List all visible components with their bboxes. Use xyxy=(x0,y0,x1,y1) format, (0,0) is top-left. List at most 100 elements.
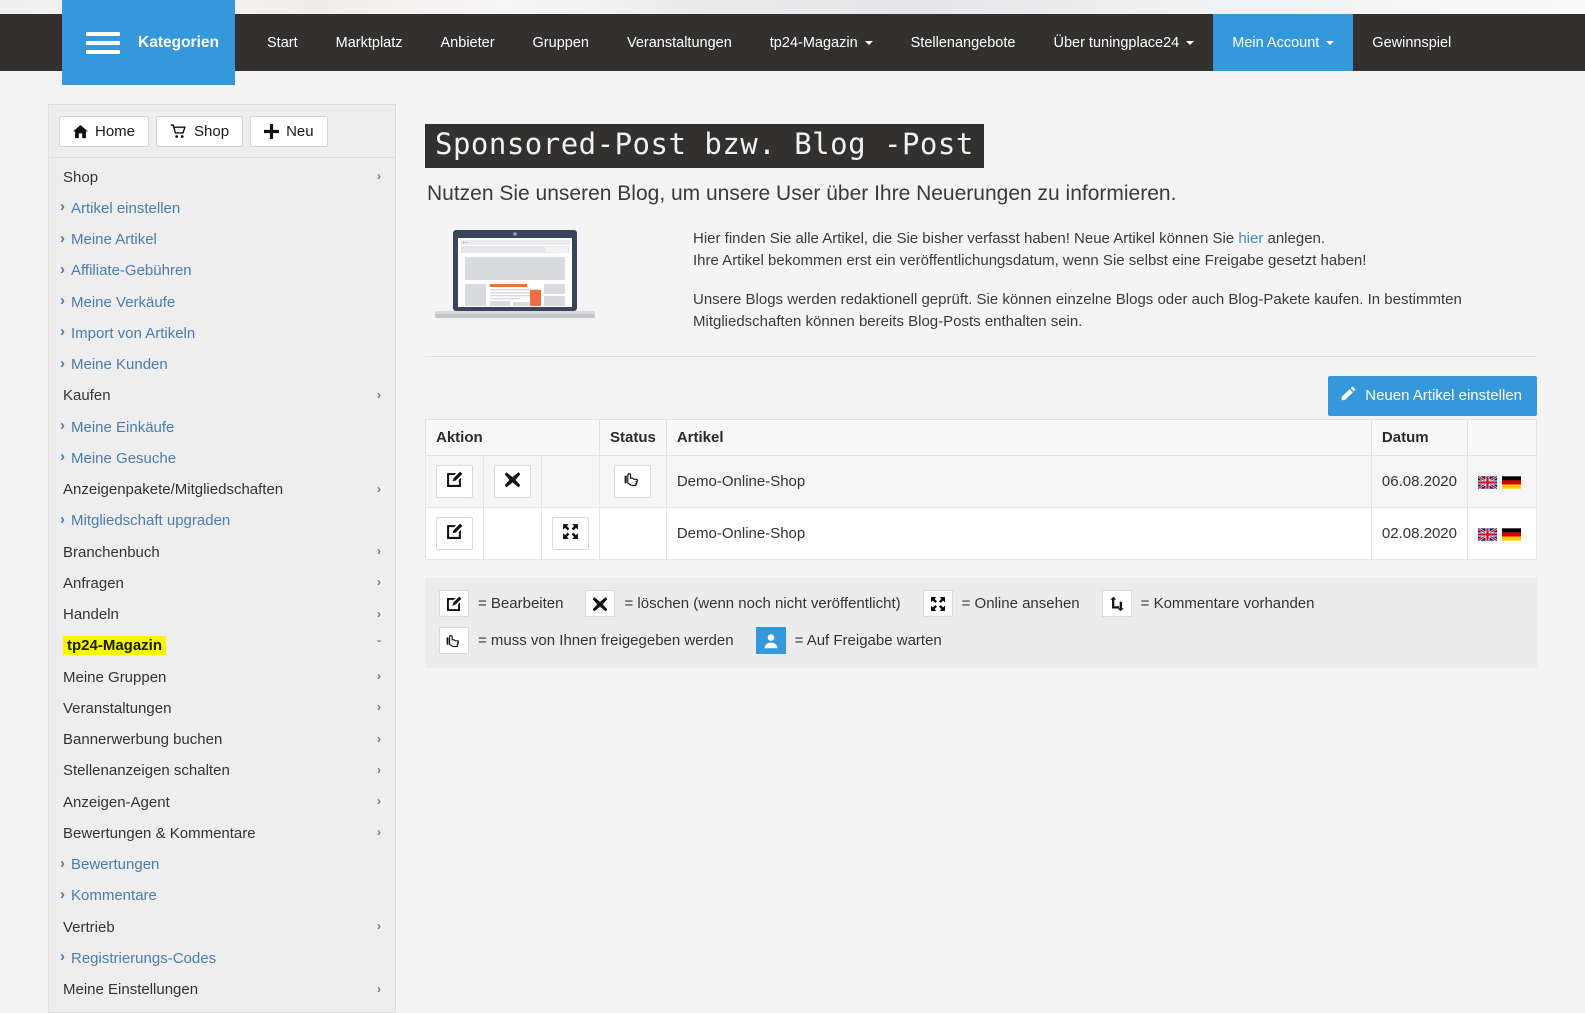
expand-button[interactable] xyxy=(552,517,589,551)
sidebar-item-tp24-magazin[interactable]: tp24-Magazin ˇ xyxy=(49,631,395,662)
nav-link-anbieter[interactable]: Anbieter xyxy=(422,14,514,71)
nav-link-gruppen[interactable]: Gruppen xyxy=(514,14,608,71)
sidebar-item-label: Veranstaltungen xyxy=(63,699,172,717)
sidebar-item-shop[interactable]: Shop › xyxy=(49,162,395,193)
nav-link-start[interactable]: Start xyxy=(248,14,317,71)
sidebar-item-kaufen[interactable]: Kaufen › xyxy=(49,381,395,412)
legend-label: = löschen (wenn noch nicht veröffentlich… xyxy=(624,595,901,613)
nav-link-tp24-magazin[interactable]: tp24-Magazin xyxy=(751,14,892,71)
hier-link[interactable]: hier xyxy=(1238,230,1263,247)
uk-flag[interactable] xyxy=(1478,525,1502,542)
sidebar-item-branchenbuch[interactable]: Branchenbuch › xyxy=(49,537,395,568)
sidebar-item-label: Import von Artikeln xyxy=(71,324,196,342)
nav-link-gewinnspiel[interactable]: Gewinnspiel xyxy=(1353,14,1470,71)
sidebar-item-meine-gesuche[interactable]: Meine Gesuche xyxy=(49,443,395,474)
sidebar-item-meine-kunden[interactable]: Meine Kunden xyxy=(49,350,395,381)
sidebar-item-label: Shop xyxy=(63,168,99,186)
sidebar-item-meine-einstellungen[interactable]: Meine Einstellungen › xyxy=(49,975,395,1006)
chevron-right-icon: › xyxy=(377,919,381,933)
plus-icon xyxy=(264,124,280,139)
delete-button[interactable] xyxy=(494,465,531,499)
expand-icon xyxy=(922,590,953,618)
sidebar-item-stellenanzeigen-schalten[interactable]: Stellenanzeigen schalten › xyxy=(49,756,395,787)
chevron-right-icon: › xyxy=(377,575,381,590)
sidebar-item-bewertungen-kommentare[interactable]: Bewertungen & Kommentare › xyxy=(49,818,395,849)
comments-icon xyxy=(1101,590,1132,618)
sidebar-item-label: Meine Verkäufe xyxy=(71,293,176,311)
sidebar-item-veranstaltungen[interactable]: Veranstaltungen › xyxy=(49,693,395,724)
sidebar-item-label: Meine Artikel xyxy=(71,231,157,248)
uk-flag[interactable] xyxy=(1478,473,1502,490)
chevron-right-icon: › xyxy=(377,794,381,808)
legend-label: = Online ansehen xyxy=(961,595,1080,613)
nav-link-stellenangebote[interactable]: Stellenangebote xyxy=(892,14,1035,71)
sidebar-home-button[interactable]: Home xyxy=(59,116,150,147)
nav-link-label: Gewinnspiel xyxy=(1372,34,1452,51)
nav-link-label: Über tuningplace24 xyxy=(1053,34,1180,51)
sidebar-item-meine-verk-ufe[interactable]: Meine Verkäufe xyxy=(49,287,395,318)
legend-item: = Kommentare vorhanden xyxy=(1101,590,1315,618)
article-cell: Demo-Online-Shop xyxy=(665,455,1372,509)
chevron-right-icon: › xyxy=(377,387,381,402)
sidebar-item-anfragen[interactable]: Anfragen › xyxy=(49,568,395,599)
th-flags xyxy=(1467,419,1537,457)
sidebar-item-label: Anfragen xyxy=(63,574,124,592)
pointing-hand-icon xyxy=(439,627,469,655)
action-cell xyxy=(425,507,484,561)
sidebar-item-label: Anzeigenpakete/Mitgliedschaften xyxy=(63,481,284,498)
categories-button[interactable]: Kategorien xyxy=(62,0,235,85)
action-cell xyxy=(541,507,600,561)
expand-icon xyxy=(562,523,579,544)
sidebar-item-registrierungs-codes[interactable]: Registrierungs-Codes xyxy=(49,943,395,974)
sidebar-item-label: Anzeigen-Agent xyxy=(63,793,170,811)
divider xyxy=(425,356,1537,358)
legend-row-1: = Bearbeiten = löschen (wenn noch nicht v… xyxy=(439,590,1523,618)
article-cell: Demo-Online-Shop xyxy=(665,507,1372,561)
nav-link-veranstaltungen[interactable]: Veranstaltungen xyxy=(608,14,751,71)
table-header-row: Aktion Status Artikel Datum xyxy=(425,419,1537,457)
chevron-down-icon: ˇ xyxy=(377,637,381,652)
sidebar-item-bannerwerbung-buchen[interactable]: Bannerwerbung buchen › xyxy=(49,725,395,756)
sidebar-item-handeln[interactable]: Handeln › xyxy=(49,600,395,631)
chevron-right-icon: › xyxy=(377,544,381,558)
de-flag[interactable] xyxy=(1502,525,1526,542)
cart-icon xyxy=(170,124,187,139)
chevron-right-icon: › xyxy=(377,981,381,996)
sidebar-item-meine-eink-ufe[interactable]: Meine Einkäufe xyxy=(49,412,395,443)
date-cell: 02.08.2020 xyxy=(1370,507,1469,561)
new-article-button[interactable]: Neuen Artikel einstellen xyxy=(1328,376,1537,417)
nav-link-label: Veranstaltungen xyxy=(626,34,732,51)
sidebar-item-vertrieb[interactable]: Vertrieb › xyxy=(49,912,395,943)
edit-button[interactable] xyxy=(436,465,473,499)
sidebar-item-import-von-artikeln[interactable]: Import von Artikeln xyxy=(49,318,395,349)
intro-row: Hier finden Sie alle Artikel, die Sie bi… xyxy=(425,224,1537,333)
page-subtitle: Nutzen Sie unseren Blog, um unsere User … xyxy=(427,181,1177,205)
sidebar-item-meine-gruppen[interactable]: Meine Gruppen › xyxy=(49,662,395,693)
sidebar-item-anzeigen-agent[interactable]: Anzeigen-Agent › xyxy=(49,787,395,818)
sidebar-item-meine-artikel[interactable]: Meine Artikel xyxy=(49,225,395,256)
sidebar-item-artikel-einstellen[interactable]: Artikel einstellen xyxy=(49,193,395,224)
date-cell: 06.08.2020 xyxy=(1370,455,1469,509)
categories-label: Kategorien xyxy=(138,33,219,51)
sidebar-item-affiliate-geb-hren[interactable]: Affiliate-Gebühren xyxy=(49,256,395,287)
sidebar-item-anzeigenpakete-mitgliedschaften[interactable]: Anzeigenpakete/Mitgliedschaften › xyxy=(49,475,395,506)
approve-button[interactable] xyxy=(614,465,652,499)
sidebar-item-mitgliedschaft-upgraden[interactable]: Mitgliedschaft upgraden xyxy=(49,506,395,537)
sidebar-item-kommentare[interactable]: Kommentare xyxy=(49,881,395,912)
nav-link-label: Start xyxy=(267,34,298,51)
de-flag[interactable] xyxy=(1502,473,1526,490)
intro-p1-line2: Ihre Artikel bekommen erst ein veröffent… xyxy=(693,251,1367,269)
sidebar-item-bewertungen[interactable]: Bewertungen xyxy=(49,850,395,881)
articles-table: Aktion Status Artikel Datum Demo-Online-… xyxy=(425,419,1537,561)
sidebar-shop-button[interactable]: Shop xyxy=(156,116,244,147)
nav-links: Start Marktplatz Anbieter Gruppen Veranstalt… xyxy=(248,14,1470,71)
action-cell xyxy=(483,455,542,509)
nav-link-marktplatz[interactable]: Marktplatz xyxy=(317,14,422,71)
edit-button[interactable] xyxy=(436,517,473,551)
legend-label: = Bearbeiten xyxy=(478,595,564,613)
sidebar-item-label: Bannerwerbung buchen xyxy=(63,731,223,748)
nav-link-ber-tuningplace24[interactable]: Über tuningplace24 xyxy=(1034,14,1213,71)
sidebar-new-button[interactable]: Neu xyxy=(250,116,328,147)
nav-link-mein-account[interactable]: Mein Account xyxy=(1213,14,1354,71)
chevron-right-icon: › xyxy=(377,731,381,746)
